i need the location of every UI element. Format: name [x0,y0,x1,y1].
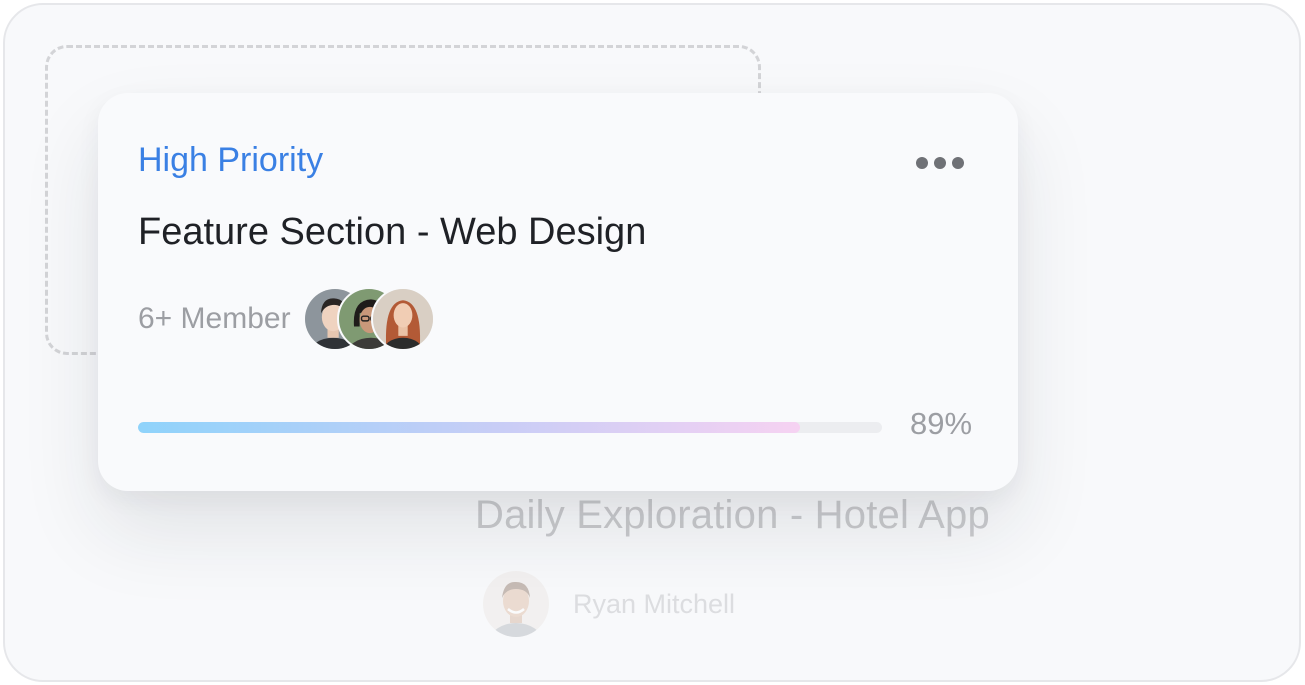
canvas-frame: Daily Exploration - Hotel App Ryan Mitch… [3,3,1301,682]
avatar[interactable] [370,287,435,351]
more-horizontal-icon [916,157,928,169]
progress-percentage: 89% [910,406,973,441]
progress-bar [138,422,882,433]
more-horizontal-icon [952,157,964,169]
more-options-button[interactable] [912,153,968,173]
task-card[interactable]: High Priority Feature Section - Web Desi… [98,93,1018,491]
progress-fill [138,422,801,433]
avatar [483,571,549,637]
priority-label: High Priority [138,141,324,179]
woman-red-hair-avatar-icon [372,289,433,349]
assignee-name: Ryan Mitchell [573,588,736,619]
background-card-title: Daily Exploration - Hotel App [475,493,990,537]
members-row: 6+ Member [138,287,435,351]
task-title: Feature Section - Web Design [138,211,647,253]
background-card-assignee: Ryan Mitchell [483,571,735,637]
more-horizontal-icon [934,157,946,169]
members-count: 6+ Member [138,302,291,335]
man-smiling-avatar-icon [483,571,549,637]
avatar-stack[interactable] [302,287,435,351]
